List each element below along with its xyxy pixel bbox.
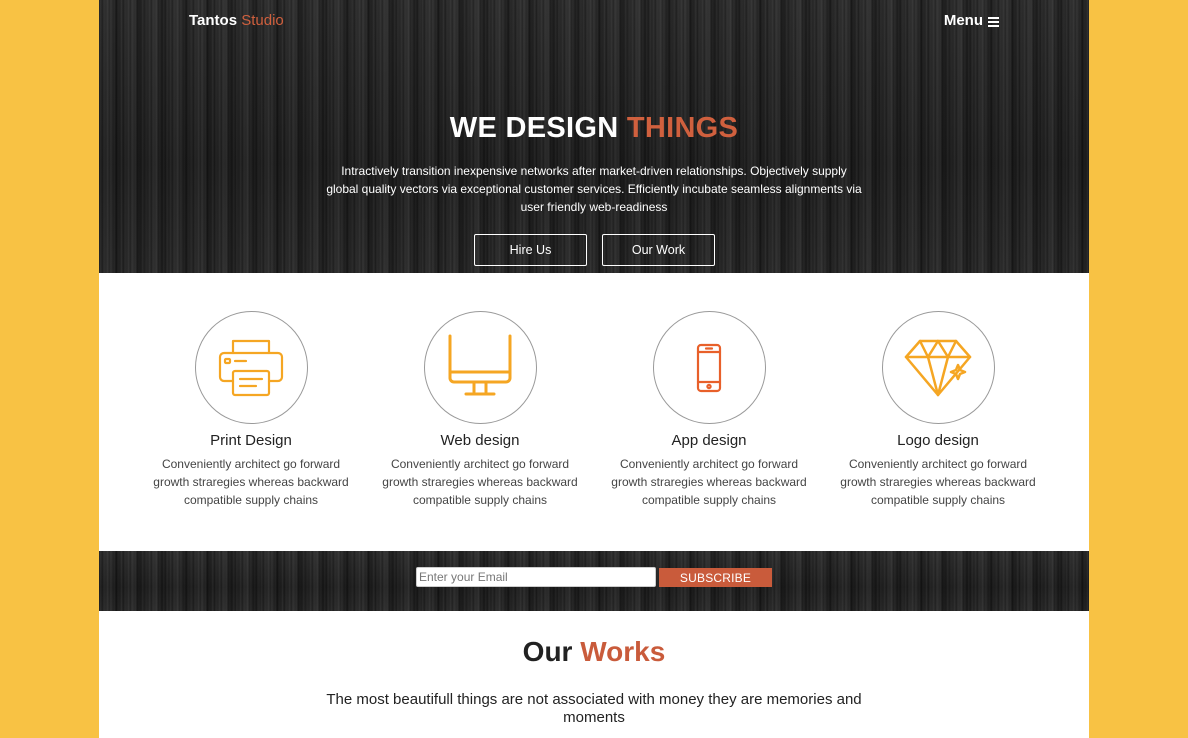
- service-card-web: Web design Conveniently architect go for…: [380, 311, 580, 509]
- menu-button[interactable]: Menu: [944, 12, 999, 29]
- works-subtitle: The most beautifull things are not assoc…: [326, 691, 862, 726]
- services-section: Print Design Conveniently architect go f…: [99, 273, 1089, 551]
- service-title: Logo design: [897, 432, 979, 449]
- subscribe-section: SUBSCRIBE: [99, 551, 1089, 611]
- printer-icon: [218, 339, 284, 396]
- email-input[interactable]: [416, 567, 656, 587]
- service-title: App design: [671, 432, 747, 449]
- works-section: Our Works The most beautifull things are…: [99, 611, 1089, 738]
- service-description: Conveniently architect go forward growth…: [840, 457, 1036, 507]
- menu-label: Menu: [943, 12, 983, 29]
- works-title-main: Our: [522, 636, 573, 667]
- diamond-icon: [904, 339, 972, 396]
- service-icon-circle: [194, 311, 308, 424]
- hero-title-main: WE DESIGN: [449, 112, 619, 144]
- brand-accent: Studio: [241, 12, 284, 29]
- monitor-icon: [448, 334, 512, 395]
- hero-title: WE DESIGN THINGS: [99, 112, 1089, 145]
- service-card-logo: Logo design Conveniently architect go fo…: [838, 311, 1038, 509]
- brand-logo[interactable]: Tantos Studio: [189, 12, 284, 29]
- service-icon-circle: [423, 311, 537, 424]
- service-title: Print Design: [210, 432, 292, 449]
- service-title: Web design: [440, 432, 520, 449]
- service-description: Conveniently architect go forward growth…: [611, 457, 807, 507]
- smartphone-icon: [696, 343, 722, 392]
- service-card-app: App design Conveniently architect go for…: [609, 311, 809, 509]
- hero-title-accent: THINGS: [626, 112, 739, 144]
- service-description: Conveniently architect go forward growth…: [153, 457, 349, 507]
- hamburger-icon: [988, 16, 999, 27]
- our-work-button[interactable]: Our Work: [602, 234, 715, 266]
- works-title-accent: Works: [580, 636, 666, 667]
- page-container: Tantos Studio Menu WE DESIGN THINGS Intr…: [99, 0, 1089, 738]
- hire-us-button[interactable]: Hire Us: [474, 234, 587, 266]
- brand-name: Tantos: [189, 12, 238, 29]
- service-card-print: Print Design Conveniently architect go f…: [151, 311, 351, 509]
- subscribe-button[interactable]: SUBSCRIBE: [659, 568, 772, 587]
- hero-section: Tantos Studio Menu WE DESIGN THINGS Intr…: [99, 0, 1089, 273]
- service-icon-circle: [881, 311, 995, 424]
- works-title: Our Works: [99, 636, 1089, 668]
- service-description: Conveniently architect go forward growth…: [382, 457, 578, 507]
- hero-description: Intractively transition inexpensive netw…: [326, 164, 862, 214]
- service-icon-circle: [652, 311, 766, 424]
